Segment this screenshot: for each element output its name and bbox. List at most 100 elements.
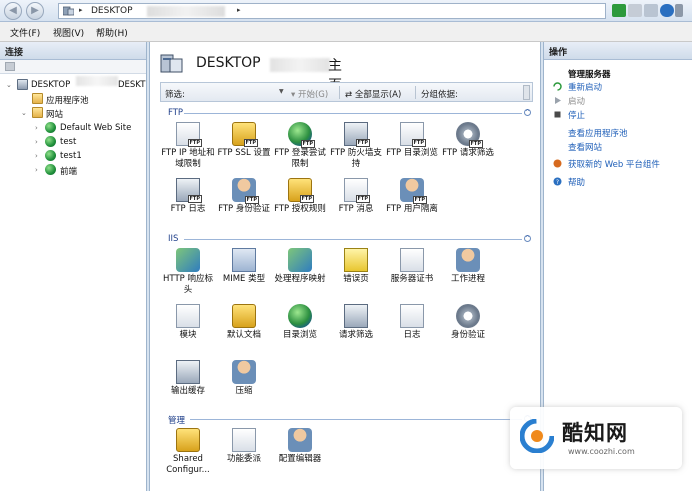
action-view-sites[interactable]: 查看网站 (568, 141, 602, 153)
filter-dropdown-icon[interactable]: ▼ (279, 88, 284, 95)
go-label: 开始(G) (297, 90, 329, 100)
address-box[interactable]: ▸ DESKTOP ▸ (58, 3, 606, 19)
action-stop[interactable]: 停止 (568, 109, 585, 121)
menu-view[interactable]: 视图(V) (53, 26, 84, 39)
feature-tile[interactable]: 处理程序映射 (272, 248, 328, 285)
stop-icon[interactable] (628, 4, 642, 17)
feature-tile[interactable]: 日志 (384, 304, 440, 341)
ssl-lock-icon: FTP (232, 122, 258, 147)
feature-tile[interactable]: 压缩 (216, 360, 272, 397)
action-view-app-pools[interactable]: 查看应用程序池 (568, 127, 628, 139)
feature-tile[interactable]: 服务器证书 (384, 248, 440, 285)
action-get-web-components[interactable]: 获取新的 Web 平台组件 (568, 158, 660, 170)
expand-icon[interactable]: › (35, 166, 38, 174)
feature-tile[interactable]: MIME 类型 (216, 248, 272, 285)
tree-site-item[interactable]: test1 (60, 151, 82, 161)
certificate-icon (400, 248, 424, 272)
feature-tile[interactable]: 功能委派 (216, 428, 272, 465)
dropdown-icon[interactable] (675, 4, 683, 17)
group-collapse-icon[interactable]: ^ (524, 235, 531, 242)
feature-delegation-icon (232, 428, 256, 452)
feature-tile[interactable]: FTP FTP 用户隔离 (384, 178, 440, 215)
home-icon[interactable] (644, 4, 658, 17)
tree-server-suffix: DESKT (118, 80, 146, 90)
expand-icon[interactable]: › (35, 124, 38, 132)
feature-tile[interactable]: 身份验证 (440, 304, 496, 341)
feature-label: 服务器证书 (390, 274, 434, 284)
action-restart[interactable]: 重新启动 (568, 81, 602, 93)
feature-tile[interactable]: 模块 (160, 304, 216, 341)
ftp-badge: FTP (187, 139, 202, 147)
directory-browse-icon (288, 304, 312, 328)
group-header: IIS (168, 234, 179, 244)
menu-help[interactable]: 帮助(H) (96, 26, 128, 39)
feature-tile[interactable]: 错误页 (328, 248, 384, 285)
action-help[interactable]: 帮助 (568, 176, 585, 188)
feature-label: 输出缓存 (170, 386, 205, 396)
feature-tile[interactable]: 输出缓存 (160, 360, 216, 397)
feature-tile[interactable]: FTP FTP 防火墙支持 (328, 122, 384, 170)
site-globe-icon (45, 136, 56, 147)
feature-tile[interactable]: FTP FTP 日志 (160, 178, 216, 215)
tree-site-item[interactable]: Default Web Site (60, 123, 131, 133)
tree-site-item[interactable]: test (60, 137, 76, 147)
feature-tile[interactable]: FTP FTP SSL 设置 (216, 122, 272, 159)
show-all-label: 全部显示(A) (354, 90, 402, 100)
group-collapse-icon[interactable]: ^ (524, 109, 531, 116)
feature-tile[interactable]: FTP FTP IP 地址和域限制 (160, 122, 216, 170)
tree-app-pools[interactable]: 应用程序池 (46, 94, 89, 106)
collapse-icon[interactable]: ⌄ (21, 109, 27, 117)
feature-tile[interactable]: FTP FTP 授权规则 (272, 178, 328, 215)
authentication-icon (456, 304, 480, 328)
feature-label: 请求筛选 (338, 330, 373, 340)
feature-tile[interactable]: FTP FTP 登录尝试限制 (272, 122, 328, 170)
expand-icon[interactable]: › (35, 138, 38, 146)
feature-tile[interactable]: Shared Configur... (160, 428, 216, 476)
menu-file[interactable]: 文件(F) (10, 26, 40, 39)
output-cache-icon (176, 360, 200, 384)
coozhi-logo-icon (520, 419, 554, 453)
site-globe-icon (45, 150, 56, 161)
action-start[interactable]: 启动 (568, 95, 585, 107)
feature-label: FTP 登录尝试限制 (274, 148, 326, 169)
request-filter-icon: FTP (456, 122, 483, 148)
ftp-badge: FTP (411, 139, 426, 147)
help-icon[interactable] (660, 4, 674, 17)
back-button[interactable]: ◀ (4, 2, 22, 20)
tree-site-item[interactable]: 前端 (60, 165, 77, 177)
forward-button[interactable]: ▶ (26, 2, 44, 20)
redacted-region (76, 76, 118, 86)
go-button[interactable]: ▾ 开始(G) (291, 88, 328, 100)
ftp-badge: FTP (355, 195, 370, 203)
scroll-handle[interactable] (523, 85, 530, 100)
feature-label: FTP 日志 (170, 204, 206, 214)
group-by-label[interactable]: 分组依据: (421, 88, 458, 100)
feature-tile[interactable]: 配置编辑器 (272, 428, 328, 465)
feature-tile[interactable]: 目录浏览 (272, 304, 328, 341)
refresh-icon[interactable] (612, 4, 626, 17)
show-all-button[interactable]: ⇄ 全部显示(A) (345, 88, 401, 100)
tree-server-label[interactable]: DESKTOP (31, 80, 70, 90)
ftp-badge: FTP (355, 139, 370, 147)
feature-tile[interactable]: 工作进程 (440, 248, 496, 285)
collapse-icon[interactable]: ⌄ (6, 81, 12, 89)
error-page-icon (344, 248, 368, 272)
feature-tile[interactable]: FTP FTP 消息 (328, 178, 384, 215)
breadcrumb-arrow: ▸ (79, 6, 83, 14)
tree-sites[interactable]: 网站 (46, 108, 63, 120)
feature-tile[interactable]: HTTP 响应标头 (160, 248, 216, 296)
new-connection-icon[interactable] (5, 62, 15, 71)
ftp-badge: FTP (300, 140, 315, 148)
breadcrumb-server[interactable]: DESKTOP (91, 6, 133, 16)
ftp-badge: FTP (244, 196, 259, 204)
filter-input[interactable] (191, 86, 283, 99)
compression-icon (232, 360, 256, 384)
feature-tile[interactable]: FTP FTP 目录浏览 (384, 122, 440, 159)
feature-tile[interactable]: 请求筛选 (328, 304, 384, 341)
feature-tile[interactable]: 默认文档 (216, 304, 272, 341)
ftp-badge: FTP (243, 139, 258, 147)
feature-tile[interactable]: FTP FTP 请求筛选 (440, 122, 496, 159)
expand-icon[interactable]: › (35, 152, 38, 160)
feature-tile[interactable]: FTP FTP 身份验证 (216, 178, 272, 215)
menu-bar: 文件(F) 视图(V) 帮助(H) (0, 22, 692, 42)
